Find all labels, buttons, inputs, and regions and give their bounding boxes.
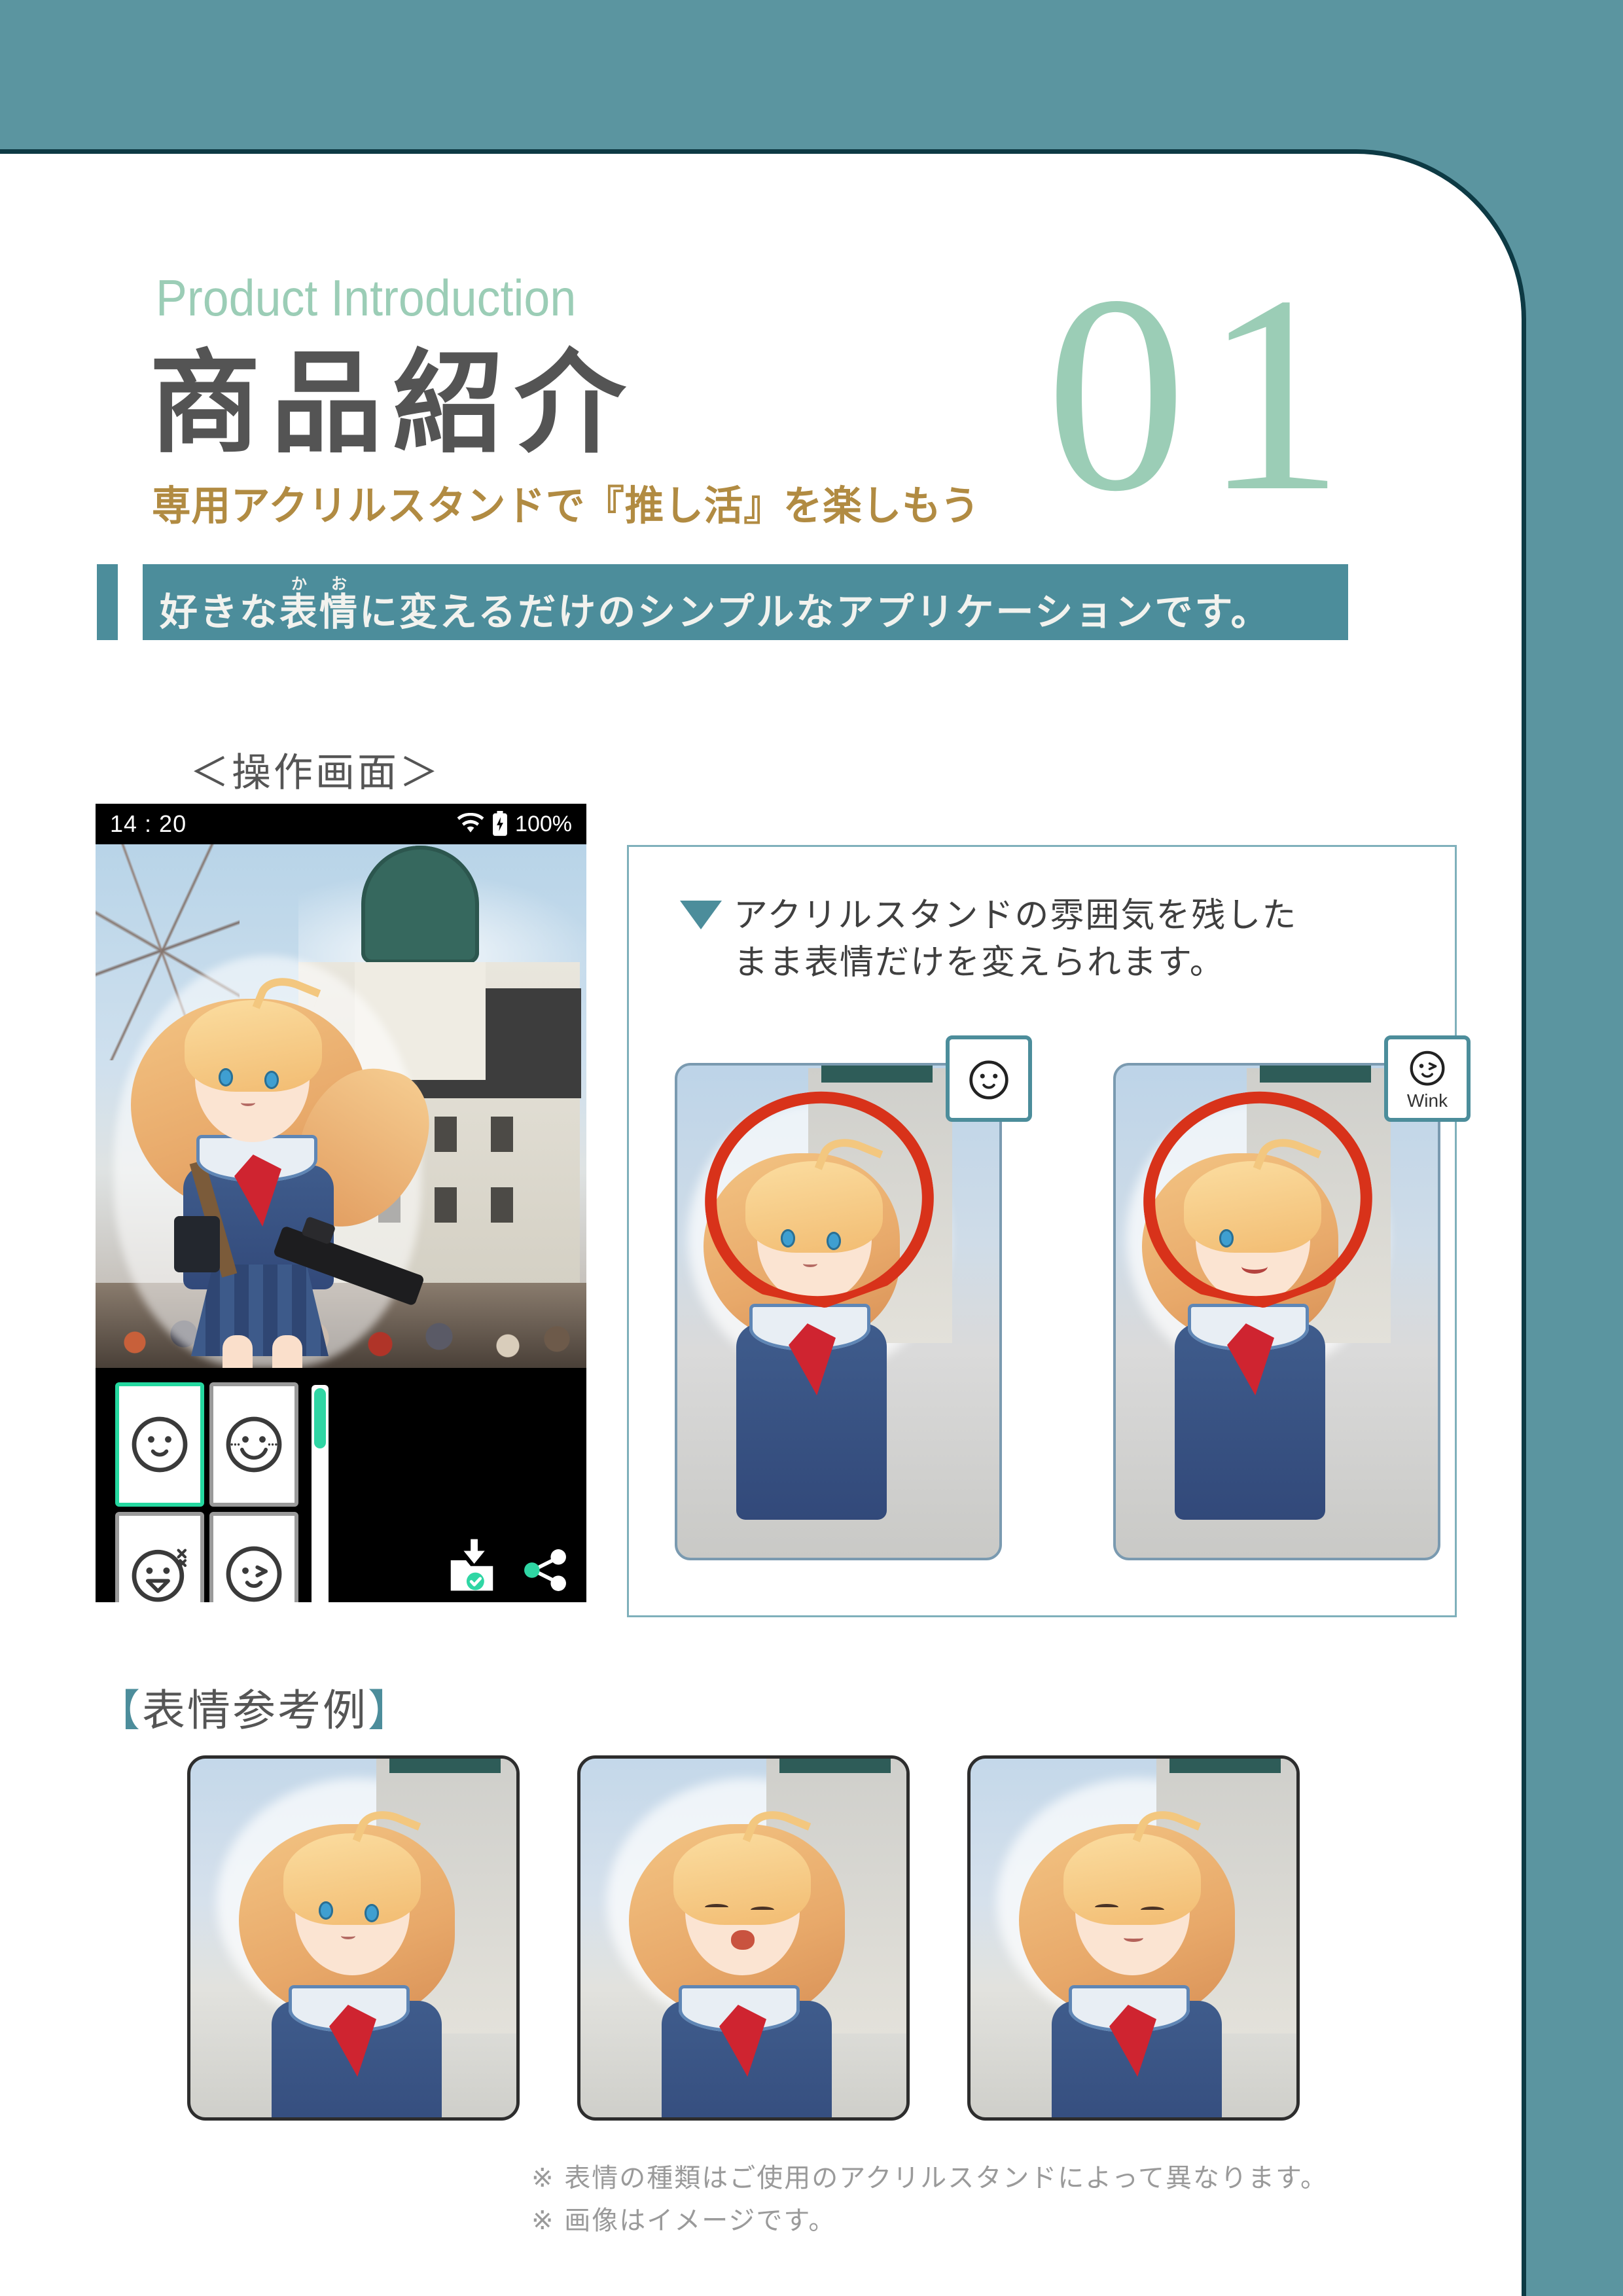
expression-scrollbar[interactable]	[312, 1385, 329, 1602]
face-laugh-sweat-icon	[132, 1549, 187, 1602]
bracket-open: 【	[97, 1685, 142, 1736]
face-smile-icon	[969, 1060, 1008, 1100]
wifi-icon	[457, 813, 484, 833]
footnotes: ※ 表情の種類はご使用のアクリルスタンドによって異なります。 ※ 画像はイメージ…	[531, 2157, 1328, 2242]
expression-badge-smile	[946, 1035, 1032, 1122]
comparison-row: Wink	[675, 1035, 1471, 1560]
battery-charging-icon	[493, 811, 507, 836]
banner-ruby-reading: かお	[279, 575, 360, 593]
feature-line-1: アクリルスタンドの雰囲気を残した	[734, 896, 1298, 935]
face-wink-icon	[1410, 1050, 1445, 1086]
scrollbar-thumb[interactable]	[314, 1388, 326, 1448]
feature-panel: アクリルスタンドの雰囲気を残した まま表情だけを変えられます。 Wink	[627, 845, 1471, 1617]
share-icon	[524, 1549, 566, 1591]
page-title: 商品紹介	[149, 339, 637, 469]
save-to-folder-icon	[450, 1539, 493, 1591]
reference-heading: 【表情参考例】	[97, 1676, 413, 1738]
status-indicators: 100%	[456, 811, 572, 837]
comparison-item-smile	[675, 1035, 1032, 1560]
page-subtitle: 専用アクリルスタンドで『推し活』を楽しもう	[152, 482, 980, 529]
banner-accent-bar	[97, 564, 118, 640]
banner-text-post: に変えるだけのシンプルなアプリケーションです。	[359, 590, 1271, 634]
status-bar: 14 : 20 100%	[96, 804, 586, 844]
banner-text: 好きな表情かおに変えるだけのシンプルなアプリケーションです。	[143, 575, 1271, 636]
reference-heading-text: 表情参考例	[142, 1685, 368, 1736]
reference-row	[187, 1755, 1300, 2121]
operation-screen-label: ＜操作画面＞	[190, 750, 441, 796]
banner-ruby-base: 表情	[279, 590, 360, 634]
expression-badge-wink: Wink	[1384, 1035, 1471, 1122]
expression-option-smile[interactable]	[115, 1382, 204, 1507]
face-grin-blush-icon	[226, 1416, 282, 1473]
photo-preview[interactable]	[96, 844, 586, 1368]
save-button[interactable]	[444, 1537, 500, 1593]
status-time: 14 : 20	[110, 810, 187, 837]
section-number: 01	[1046, 238, 1361, 550]
expression-option-laugh-sweat[interactable]	[115, 1512, 204, 1602]
footnote-line-2: ※ 画像はイメージです。	[531, 2205, 836, 2236]
stand-preview-smile	[675, 1063, 1002, 1560]
expression-option-grin-blush[interactable]	[209, 1382, 298, 1507]
expression-badge-label: Wink	[1406, 1090, 1448, 1111]
phone-mockup: 14 : 20 100%	[96, 804, 586, 1602]
reference-image-soft-smile	[187, 1755, 520, 2121]
banner-text-pre: 好きな	[160, 590, 280, 634]
triangle-marker-icon	[680, 901, 722, 929]
footnote-line-1: ※ 表情の種類はご使用のアクリルスタンドによって異なります。	[531, 2163, 1329, 2193]
reference-image-open-laugh	[577, 1755, 910, 2121]
banner-ruby: 表情かお	[279, 575, 360, 634]
face-smile-icon	[132, 1416, 188, 1473]
editor-toolbar	[96, 1368, 586, 1602]
feature-description: アクリルスタンドの雰囲気を残した まま表情だけを変えられます。	[680, 893, 1297, 987]
expression-picker	[115, 1382, 298, 1602]
bracket-close: 】	[368, 1685, 413, 1736]
banner: 好きな表情かおに変えるだけのシンプルなアプリケーションです。	[143, 564, 1348, 640]
stand-preview-wink	[1113, 1063, 1440, 1560]
battery-percent: 100%	[515, 811, 572, 836]
face-wink-icon	[226, 1546, 282, 1602]
feature-description-text: アクリルスタンドの雰囲気を残した まま表情だけを変えられます。	[734, 893, 1297, 987]
share-button[interactable]	[521, 1546, 569, 1594]
expression-option-wink[interactable]	[209, 1512, 298, 1602]
acrylic-stand-character	[114, 956, 440, 1368]
comparison-item-wink: Wink	[1113, 1035, 1471, 1560]
reference-image-closed-eye-smile	[967, 1755, 1300, 2121]
feature-line-2: まま表情だけを変えられます。	[734, 942, 1225, 982]
